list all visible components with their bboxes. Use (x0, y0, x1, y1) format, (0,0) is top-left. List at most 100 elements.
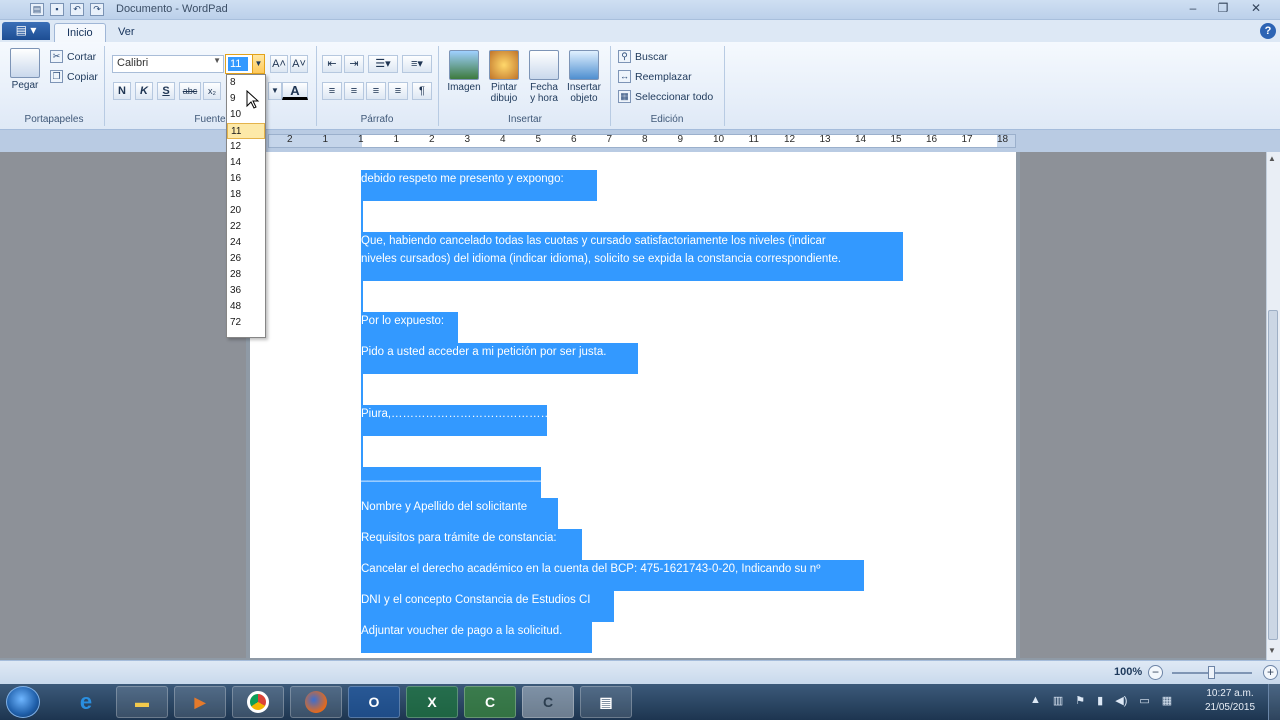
document-line[interactable]: Que, habiendo cancelado todas las cuotas… (361, 232, 903, 250)
decrease-indent-button[interactable]: ⇤ (322, 55, 342, 73)
font-size-option[interactable]: 16 (227, 171, 265, 187)
copy-button[interactable]: ❐ Copiar (50, 70, 98, 83)
document-line[interactable] (361, 436, 363, 467)
document-line[interactable] (361, 374, 363, 405)
justify-button[interactable]: ≡ (388, 82, 408, 100)
font-size-option[interactable]: 20 (227, 203, 265, 219)
document-line[interactable] (361, 201, 363, 232)
document-line[interactable]: Cancelar el derecho académico en la cuen… (361, 560, 864, 591)
document-line[interactable]: ______________________________ (361, 467, 553, 498)
network-icon[interactable]: ▥ (1053, 694, 1063, 707)
show-hidden-icons-icon[interactable]: ▲ (1030, 694, 1041, 707)
tab-inicio[interactable]: Inicio (54, 23, 106, 42)
bullets-button[interactable]: ☰▾ (368, 55, 398, 73)
wordpad-app-icon[interactable]: ▤ (30, 3, 44, 16)
font-family-combo[interactable]: Calibri ▼ (112, 55, 224, 73)
volume-icon[interactable]: ◀) (1115, 694, 1127, 707)
document-line[interactable]: niveles cursados) del idioma (indicar id… (361, 250, 903, 281)
ruler[interactable]: 2 1 1 1 2 3 4 5 6 7 8 9 10 11 12 13 14 15 16 17 18 (268, 134, 1016, 148)
wordpad-taskbar-icon[interactable]: ▤ (580, 686, 632, 718)
document-line[interactable] (361, 281, 363, 312)
camtasia-recorder-icon[interactable]: C (522, 686, 574, 718)
font-size-option[interactable]: 11 (227, 123, 265, 139)
document-line[interactable]: Adjuntar voucher de pago a la solicitud. (361, 622, 592, 653)
notification-icon[interactable]: ▦ (1162, 694, 1172, 707)
firefox-icon[interactable] (290, 686, 342, 718)
undo-icon[interactable]: ↶ (70, 3, 84, 16)
document-line[interactable]: Requisitos para trámite de constancia: (361, 529, 582, 560)
tab-ver[interactable]: Ver (106, 23, 147, 42)
cut-button[interactable]: ✂ Cortar (50, 50, 96, 63)
scroll-down-arrow[interactable]: ▼ (1268, 646, 1276, 655)
file-explorer-icon[interactable]: ▬ (116, 686, 168, 718)
paint-drawing-button[interactable]: Pintar dibujo (484, 50, 524, 104)
save-icon[interactable]: ▪ (50, 3, 64, 16)
clock-date: 21/05/2015 (1204, 702, 1256, 713)
chevron-down-icon[interactable]: ▼ (252, 55, 264, 73)
line-spacing-button[interactable]: ≡▾ (402, 55, 432, 73)
document-line[interactable]: Piura,……………………………………… (361, 405, 564, 436)
insert-object-button[interactable]: Insertar objeto (563, 50, 605, 104)
clock[interactable]: 10:27 a.m. 21/05/2015 (1200, 687, 1260, 715)
find-button[interactable]: ⚲ Buscar (618, 50, 668, 63)
grow-font-button[interactable]: A˄ (270, 55, 288, 73)
font-size-option[interactable]: 28 (227, 267, 265, 283)
font-size-option[interactable]: 22 (227, 219, 265, 235)
italic-button[interactable]: K (135, 82, 153, 100)
show-desktop-button[interactable] (1268, 684, 1280, 720)
chrome-icon[interactable] (232, 686, 284, 718)
font-size-option[interactable]: 24 (227, 235, 265, 251)
help-icon[interactable]: ? (1260, 23, 1276, 39)
strikethrough-button[interactable]: abc (179, 82, 201, 100)
font-color-button[interactable]: A (282, 82, 308, 100)
zoom-out-button[interactable]: − (1148, 665, 1163, 680)
align-right-button[interactable]: ≡ (366, 82, 386, 100)
document-line[interactable]: debido respeto me presento y expongo: (361, 170, 597, 201)
shrink-font-button[interactable]: A˅ (290, 55, 308, 73)
paragraph-button[interactable]: ¶ (412, 82, 432, 100)
align-center-button[interactable]: ≡ (344, 82, 364, 100)
wifi-icon[interactable]: ▮ (1097, 694, 1103, 707)
app-menu-button[interactable]: ▤ ▾ (2, 22, 50, 40)
zoom-slider-thumb[interactable] (1208, 666, 1215, 679)
media-player-icon[interactable]: ▶ (174, 686, 226, 718)
align-left-button[interactable]: ≡ (322, 82, 342, 100)
font-size-option[interactable]: 26 (227, 251, 265, 267)
font-size-option[interactable]: 18 (227, 187, 265, 203)
font-size-option[interactable]: 14 (227, 155, 265, 171)
document-line[interactable]: Nombre y Apellido del solicitante (361, 498, 558, 529)
font-size-option[interactable]: 12 (227, 139, 265, 155)
font-size-option[interactable]: 36 (227, 283, 265, 299)
bold-button[interactable]: N (113, 82, 131, 100)
internet-explorer-icon[interactable]: e (60, 686, 112, 718)
font-size-option[interactable]: 8 (227, 75, 265, 91)
outlook-icon[interactable]: O (348, 686, 400, 718)
document-line[interactable]: DNI y el concepto Constancia de Estudios… (361, 591, 614, 622)
date-time-button[interactable]: Fecha y hora (524, 50, 564, 104)
select-all-button[interactable]: ▦ Seleccionar todo (618, 90, 713, 103)
font-size-option[interactable]: 72 (227, 315, 265, 331)
minimize-button[interactable]: – (1178, 0, 1208, 18)
scrollbar-thumb[interactable] (1268, 310, 1278, 640)
document-line[interactable]: Pido a usted acceder a mi petición por s… (361, 343, 638, 374)
zoom-in-button[interactable]: + (1263, 665, 1278, 680)
font-size-option[interactable]: 48 (227, 299, 265, 315)
replace-button[interactable]: ↔ Reemplazar (618, 70, 692, 83)
scroll-up-arrow[interactable]: ▲ (1268, 154, 1276, 163)
subscript-button[interactable]: x₂ (203, 82, 221, 100)
keyboard-icon[interactable]: ▭ (1139, 694, 1149, 707)
paste-button[interactable]: Pegar (8, 48, 42, 91)
insert-image-button[interactable]: Imagen (444, 50, 484, 93)
flag-icon[interactable]: ⚑ (1075, 694, 1085, 707)
excel-icon[interactable]: X (406, 686, 458, 718)
increase-indent-button[interactable]: ⇥ (344, 55, 364, 73)
close-button[interactable]: ✕ (1238, 0, 1274, 18)
redo-icon[interactable]: ↷ (90, 3, 104, 16)
start-button[interactable] (6, 686, 40, 718)
underline-button[interactable]: S (157, 82, 175, 100)
font-size-combo[interactable]: 11 ▼ (225, 54, 265, 74)
document-line[interactable]: Por lo expuesto: (361, 312, 458, 343)
highlight-dropdown-arrow[interactable]: ▼ (268, 82, 282, 100)
camtasia-icon[interactable]: C (464, 686, 516, 718)
maximize-button[interactable]: ❐ (1208, 0, 1238, 18)
